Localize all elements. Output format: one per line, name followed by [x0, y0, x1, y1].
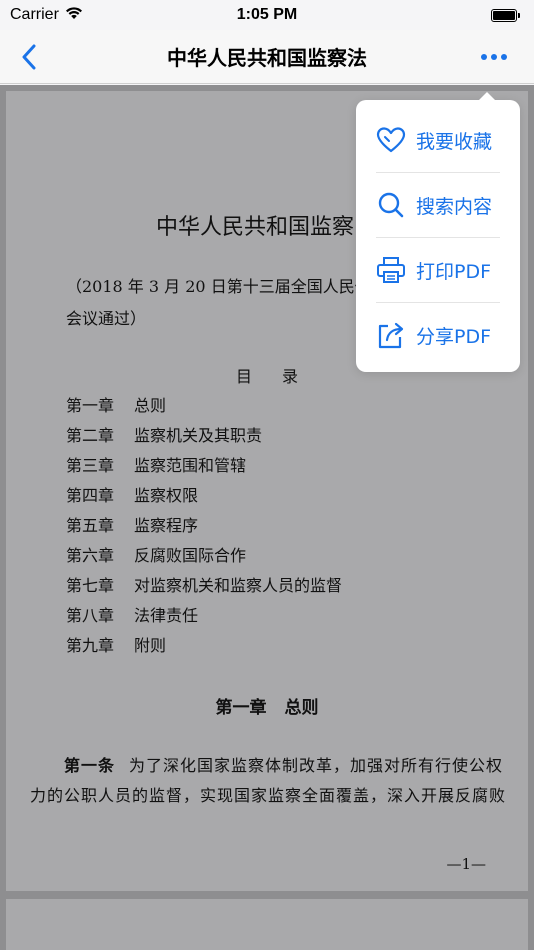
menu-item-label: 分享PDF — [416, 325, 492, 348]
toc-item: 第五章 监察程序 — [66, 511, 342, 541]
popover-arrow — [478, 92, 496, 101]
more-dots-icon — [481, 54, 487, 60]
menu-item-label: 打印PDF — [416, 260, 492, 283]
battery-icon — [491, 8, 520, 22]
toc-chapter: 第九章 — [66, 636, 115, 655]
toc-chapter: 第三章 — [66, 456, 115, 475]
page-title: 中华人民共和国监察法 — [167, 46, 367, 70]
toc-title: 附则 — [134, 636, 167, 655]
article-number: 第一条 — [64, 756, 116, 775]
toc-chapter: 第六章 — [66, 546, 115, 565]
toc-title: 对监察机关和监察人员的监督 — [134, 576, 343, 595]
toc-item: 第一章 总则 — [66, 391, 342, 421]
article-paragraph: 第一条 为了深化国家监察体制改革，加强对所有行使公权力的公职人员的监督，实现国家监… — [30, 751, 510, 811]
toc-chapter: 第四章 — [66, 486, 115, 505]
toc-item: 第三章 监察范围和管辖 — [66, 451, 342, 481]
heart-icon — [376, 125, 406, 155]
more-dot — [501, 54, 507, 60]
toc-title: 法律责任 — [134, 606, 199, 625]
printer-icon — [376, 255, 406, 285]
more-menu-popover: 我要收藏 搜索内容 打印PDF 分享PDF — [356, 92, 520, 372]
menu-item-label: 搜索内容 — [416, 195, 493, 218]
toc-chapter: 第七章 — [66, 576, 115, 595]
toc-item: 第七章 对监察机关和监察人员的监督 — [66, 571, 342, 601]
search-icon — [376, 190, 406, 220]
menu-item-share-pdf[interactable]: 分享PDF — [356, 303, 520, 367]
toc-title: 监察权限 — [134, 486, 199, 505]
document-title: 中华人民共和国监察 — [156, 215, 355, 240]
toc-chapter: 第八章 — [66, 606, 115, 625]
more-button[interactable] — [474, 42, 514, 72]
menu-item-label: 我要收藏 — [416, 130, 493, 153]
status-left: Carrier — [10, 6, 83, 25]
toc-item: 第九章 附则 — [66, 631, 342, 661]
chevron-left-icon — [22, 44, 36, 70]
wifi-icon — [65, 6, 83, 25]
toc-title: 监察机关及其职责 — [134, 426, 263, 445]
toc-chapter: 第一章 — [66, 396, 115, 415]
status-bar: Carrier 1:05 PM — [0, 0, 534, 30]
toc-chapter: 第二章 — [66, 426, 115, 445]
menu-item-favorite[interactable]: 我要收藏 — [356, 108, 520, 172]
pdf-page-next — [6, 899, 528, 950]
toc-chapter: 第五章 — [66, 516, 115, 535]
menu-item-print-pdf[interactable]: 打印PDF — [356, 238, 520, 302]
toc-title: 总则 — [134, 396, 167, 415]
more-dot — [491, 54, 497, 60]
toc-item: 第六章 反腐败国际合作 — [66, 541, 342, 571]
toc-title: 反腐败国际合作 — [134, 546, 247, 565]
toc-item: 第四章 监察权限 — [66, 481, 342, 511]
back-button[interactable] — [14, 40, 44, 74]
toc-item: 第八章 法律责任 — [66, 601, 342, 631]
navigation-bar: 中华人民共和国监察法 — [0, 30, 534, 84]
toc-title: 监察范围和管辖 — [134, 456, 247, 475]
carrier-label: Carrier — [10, 6, 59, 23]
table-of-contents: 第一章 总则 第二章 监察机关及其职责 第三章 监察范围和管辖 第四章 监察权限 第五章… — [66, 391, 342, 661]
share-icon — [376, 320, 406, 350]
menu-item-search[interactable]: 搜索内容 — [356, 173, 520, 237]
toc-title: 监察程序 — [134, 516, 199, 535]
toc-item: 第二章 监察机关及其职责 — [66, 421, 342, 451]
page-number: —1— — [446, 855, 486, 873]
chapter-heading: 第一章 总则 — [215, 698, 319, 718]
